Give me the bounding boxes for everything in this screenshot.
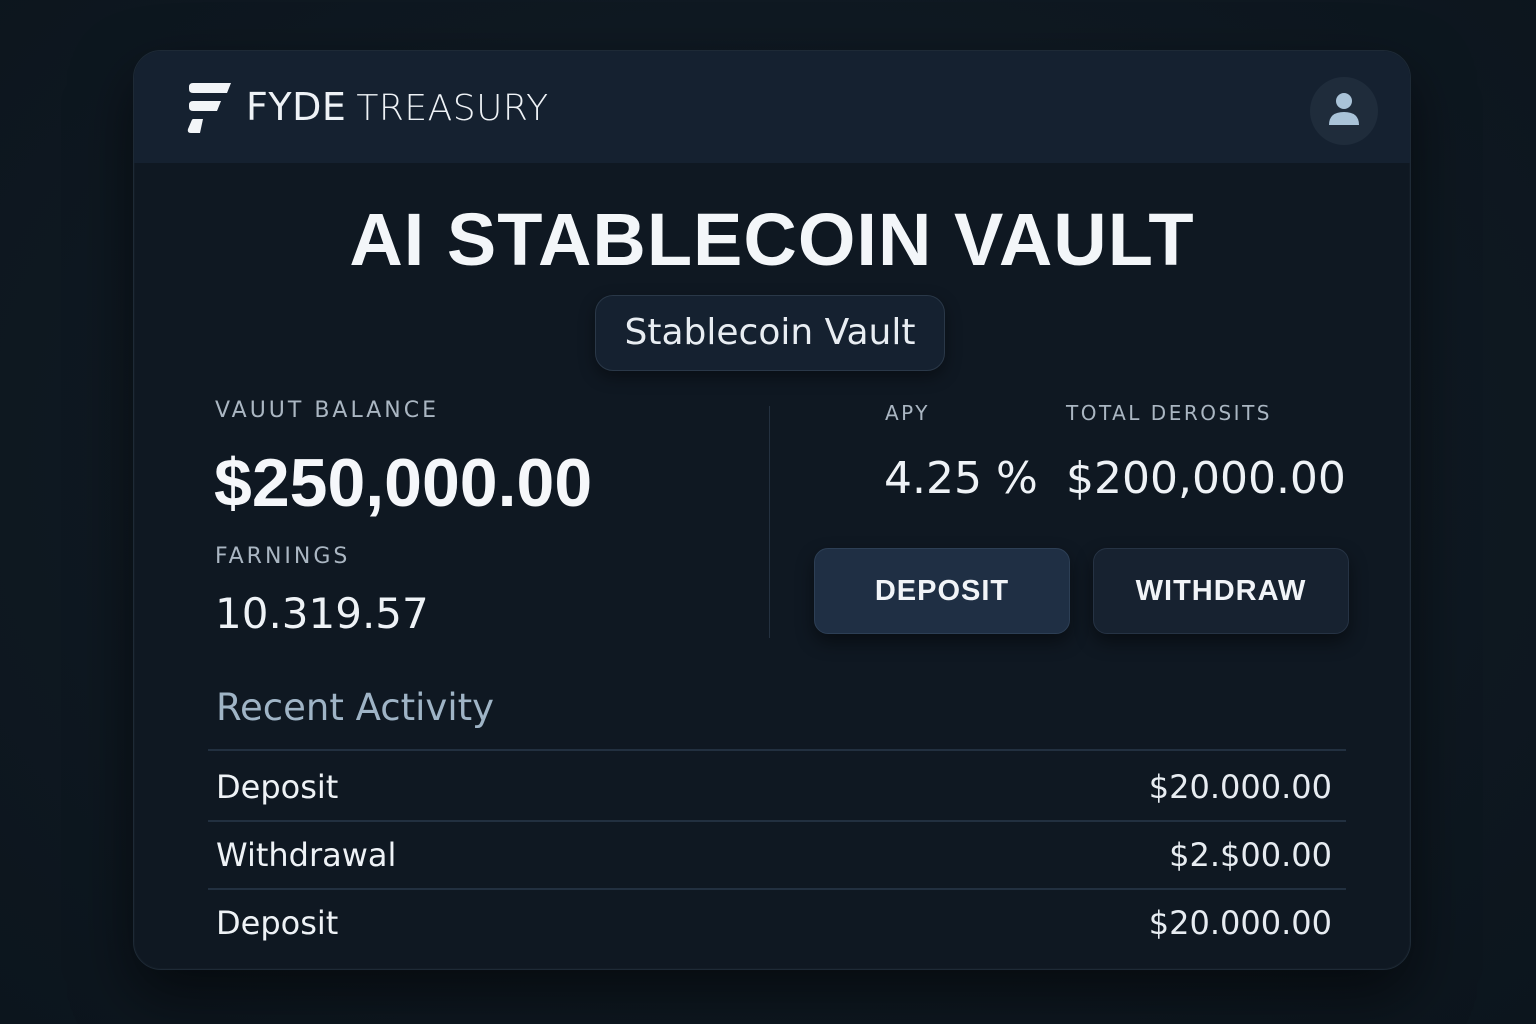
- top-bar: FYDE TREASURY: [134, 51, 1410, 163]
- activity-row: Deposit $20.000.00: [216, 754, 1332, 820]
- vault-balance-label: VAUUT BALANCE: [215, 398, 440, 423]
- earnings-label: FARNINGS: [215, 544, 351, 569]
- earnings-value: 10.319.57: [215, 589, 429, 638]
- page-title: AI STABLECOIN VAULT: [349, 198, 1195, 281]
- vault-card: FYDE TREASURY AI STABLECOIN VAULT Stablec…: [133, 50, 1411, 970]
- deposit-button[interactable]: DEPOSIT: [814, 548, 1070, 634]
- vault-balance-value: $250,000.00: [214, 445, 593, 521]
- activity-row: Withdrawal $2.$00.00: [216, 822, 1332, 888]
- withdraw-button[interactable]: WITHDRAW: [1093, 548, 1349, 634]
- activity-amount: $2.$00.00: [1169, 836, 1332, 874]
- activity-row: Deposit $20.000.00: [216, 890, 1332, 956]
- brand-part-2: TREASURY: [356, 88, 549, 129]
- recent-activity-title: Recent Activity: [216, 686, 495, 729]
- activity-type: Deposit: [216, 768, 339, 806]
- total-deposits-label: TOTAL DEROSITS: [1066, 401, 1272, 425]
- user-icon: [1327, 91, 1361, 131]
- apy-label: APY: [885, 401, 931, 425]
- activity-amount: $20.000.00: [1148, 768, 1332, 806]
- fyde-logo-icon: [187, 83, 231, 133]
- activity-type: Deposit: [216, 904, 339, 942]
- brand-part-1: FYDE: [246, 85, 347, 129]
- apy-value: 4.25 %: [884, 453, 1038, 504]
- avatar[interactable]: [1310, 77, 1378, 145]
- activity-divider: [208, 749, 1346, 751]
- vault-type-badge: Stablecoin Vault: [595, 295, 945, 371]
- brand-name: FYDE TREASURY: [246, 82, 549, 132]
- stats-divider: [769, 406, 770, 638]
- total-deposits-value: $200,000.00: [1066, 453, 1346, 504]
- activity-amount: $20.000.00: [1148, 904, 1332, 942]
- activity-type: Withdrawal: [216, 836, 397, 874]
